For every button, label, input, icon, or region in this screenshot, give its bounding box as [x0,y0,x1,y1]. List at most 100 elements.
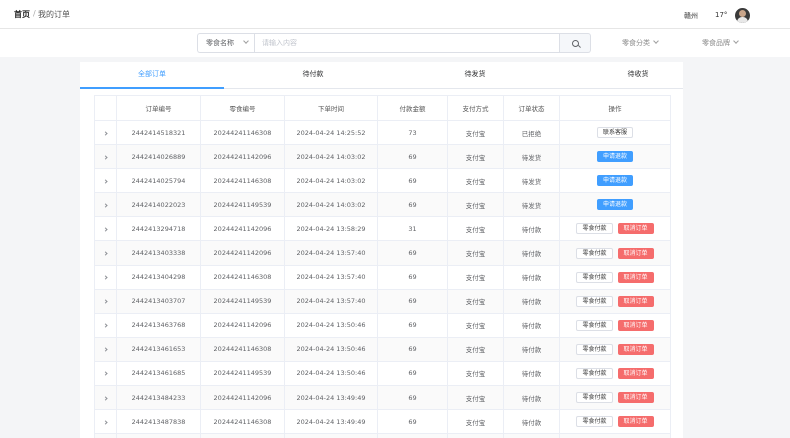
search-button[interactable] [560,33,591,53]
request-refund-button[interactable]: 申请退款 [596,151,633,163]
order-no-cell: 2442414025794 [116,168,201,194]
user-avatar[interactable] [735,8,750,23]
amount-cell: 31 [377,216,448,242]
cancel-order-button[interactable]: 取消订单 [617,319,654,331]
actions-cell: 零食付款 取消订单 [559,360,671,387]
payment-method-cell: 支付宝 [447,288,504,314]
cancel-order-button[interactable]: 取消订单 [617,416,654,428]
pay-order-button[interactable]: 零食付款 [576,295,613,307]
search-input-placeholder: 请输入内容 [262,39,297,47]
search-input[interactable]: 请输入内容 [254,33,560,53]
row-expand-cell[interactable] [94,192,117,218]
row-expand-cell[interactable] [94,336,117,362]
cancel-order-button[interactable]: 取消订单 [617,223,654,235]
contact-service-button[interactable]: 联系客服 [596,127,633,139]
order-time-cell: 2024-04-24 13:57:40 [284,240,378,266]
order-time-cell: 2024-04-24 13:50:46 [284,312,378,338]
order-time-cell: 2024-04-24 13:58:29 [284,216,378,242]
cancel-order-button[interactable]: 取消订单 [617,343,654,355]
snack-no-cell [200,433,285,438]
order-time-cell [284,433,378,438]
row-expand-cell[interactable] [94,119,117,146]
cancel-order-button[interactable]: 取消订单 [617,295,654,307]
pay-order-button[interactable]: 零食付款 [576,319,613,331]
table-row: 2442414026889 20244241142096 2024-04-24 14… [94,144,671,170]
order-no-cell: 2442413294718 [116,216,201,242]
order-status-cell: 待付款 [503,264,560,290]
snack-no-cell: 20244241149539 [200,192,285,218]
row-expand-cell[interactable] [94,360,117,387]
payment-method-cell: 支付宝 [447,144,504,170]
order-time-cell: 2024-04-24 14:03:02 [284,168,378,194]
order-time-cell: 2024-04-24 13:50:46 [284,360,378,387]
actions-cell: 申请退款 [559,144,671,170]
payment-method-cell [447,433,504,438]
payment-method-cell: 支付宝 [447,216,504,242]
snack-no-cell: 20244241146308 [200,119,285,146]
pay-order-button[interactable]: 零食付款 [576,271,613,283]
pay-order-button[interactable]: 零食付款 [576,416,613,428]
order-time-cell: 2024-04-24 13:49:49 [284,409,378,435]
chevron-right-icon [103,395,108,401]
cancel-order-button[interactable]: 取消订单 [617,392,654,404]
weather-temperature: 17° [715,11,728,19]
tab-pending-payment[interactable]: 待付款 [241,62,385,89]
chevron-right-icon [103,227,108,232]
header-order-no: 订单编号 [116,95,201,121]
tab-pending-receipt[interactable]: 待收货 [566,62,683,89]
row-expand-cell[interactable] [94,385,117,411]
category-filter[interactable]: 零食分类 [622,38,659,48]
amount-cell: 69 [377,264,448,290]
header-order-status: 订单状态 [503,95,560,121]
chevron-right-icon [103,275,108,280]
cancel-order-button[interactable]: 取消订单 [617,247,654,259]
tab-all-orders[interactable]: 全部订单 [80,62,224,89]
snack-no-cell: 20244241142096 [200,385,285,411]
actions-cell: 零食付款 取消订单 [559,240,671,266]
snack-no-cell: 20244241142096 [200,216,285,242]
brand-filter[interactable]: 零食品牌 [702,38,739,48]
row-expand-cell[interactable] [94,144,117,170]
actions-cell: 零食付款 取消订单 [559,409,671,435]
pay-order-button[interactable]: 零食付款 [576,223,613,235]
row-expand-cell[interactable] [94,168,117,194]
header-actions: 操作 [559,95,671,121]
amount-cell: 69 [377,385,448,411]
order-no-cell: 2442414022023 [116,192,201,218]
actions-cell: 申请退款 [559,192,671,218]
pay-order-button[interactable]: 零食付款 [576,343,613,355]
header-payment-method: 支付方式 [447,95,504,121]
order-time-cell: 2024-04-24 14:03:02 [284,144,378,170]
payment-method-cell: 支付宝 [447,409,504,435]
actions-cell: 零食付款 取消订单 [559,312,671,338]
request-refund-button[interactable]: 申请退款 [596,175,633,187]
payment-method-cell: 支付宝 [447,240,504,266]
top-header: 首页 / 我的订单 赣州 17° [0,0,790,29]
order-status-cell: 待付款 [503,288,560,314]
order-no-cell [116,433,201,438]
search-field-select[interactable]: 零食名称 [197,33,254,53]
table-row: 2442413403338 20244241142096 2024-04-24 13… [94,240,671,266]
row-expand-cell[interactable] [94,216,117,242]
actions-cell: 申请退款 [559,168,671,194]
order-status-cell: 已拒绝 [503,119,560,146]
breadcrumb-home[interactable]: 首页 [14,9,30,20]
cancel-order-button[interactable]: 取消订单 [617,367,654,379]
row-expand-cell[interactable] [94,264,117,290]
row-expand-cell[interactable] [94,433,117,438]
row-expand-cell[interactable] [94,288,117,314]
pay-order-button[interactable]: 零食付款 [576,367,613,379]
row-expand-cell[interactable] [94,240,117,266]
order-status-cell: 待付款 [503,360,560,387]
row-expand-cell[interactable] [94,409,117,435]
tab-pending-shipment[interactable]: 待发货 [403,62,547,89]
cancel-order-button[interactable]: 取消订单 [617,271,654,283]
request-refund-button[interactable]: 申请退款 [596,199,633,211]
amount-cell: 69 [377,144,448,170]
pay-order-button[interactable]: 零食付款 [576,247,613,259]
row-expand-cell[interactable] [94,312,117,338]
order-no-cell: 2442413404298 [116,264,201,290]
order-status-cell: 待发货 [503,168,560,194]
table-row: 2442413487838 20244241146308 2024-04-24 13… [94,409,671,435]
pay-order-button[interactable]: 零食付款 [576,392,613,404]
